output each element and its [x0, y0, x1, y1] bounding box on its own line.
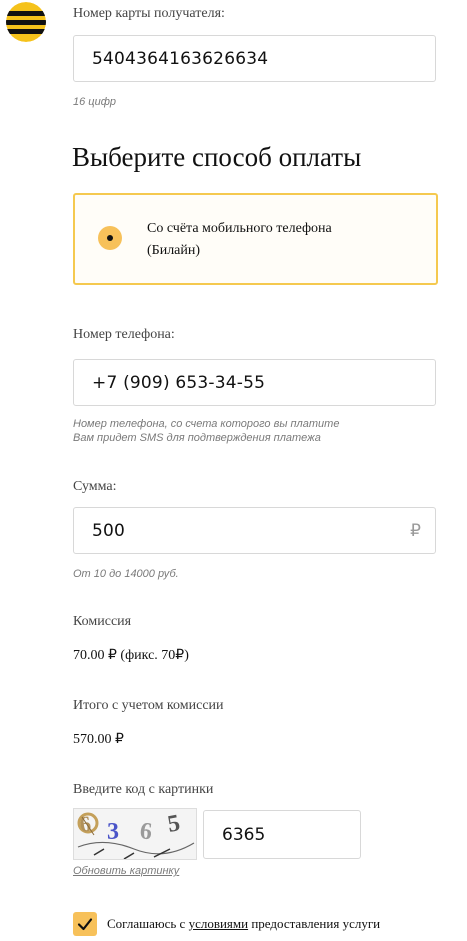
phone-value: +7 (909) 653-34-55 [92, 373, 266, 393]
agreement-checkbox[interactable] [73, 912, 97, 936]
checkmark-icon [77, 918, 93, 931]
phone-hint-line2: Вам придет SMS для подтверждения платежа [73, 432, 321, 444]
agreement-prefix: Соглашаюсь с [107, 916, 189, 931]
captcha-image: 6 3 6 5 [73, 808, 197, 860]
amount-value: 500 [92, 521, 126, 541]
total-value: 570.00 ₽ [73, 732, 124, 747]
payment-option-line1: Со счёта мобильного телефона [147, 221, 332, 236]
amount-label: Сумма: [73, 479, 117, 494]
payment-option-mobile[interactable]: Со счёта мобильного телефона (Билайн) [73, 193, 438, 285]
terms-link[interactable]: условиями [189, 916, 249, 931]
radio-selected-dot [107, 235, 113, 241]
agreement-suffix: предоставления услуги [248, 916, 381, 931]
payment-option-label: Со счёта мобильного телефона (Билайн) [147, 218, 387, 262]
card-number-field[interactable]: 5404364163626634 [73, 35, 436, 82]
card-number-value: 5404364163626634 [92, 49, 269, 69]
captcha-input[interactable]: 6365 [203, 810, 361, 859]
phone-field[interactable]: +7 (909) 653-34-55 [73, 359, 436, 406]
refresh-captcha-link[interactable]: Обновить картинку [73, 865, 179, 877]
beeline-logo [6, 2, 46, 42]
card-number-label: Номер карты получателя: [73, 6, 225, 21]
payment-method-title: Выберите способ оплаты [72, 142, 362, 172]
captcha-label: Введите код с картинки [73, 782, 214, 797]
amount-field[interactable]: 500 ₽ [73, 507, 436, 554]
currency-icon: ₽ [410, 521, 421, 541]
phone-hint-line1: Номер телефона, со счета которого вы пла… [73, 418, 340, 430]
commission-label: Комиссия [73, 614, 132, 629]
commission-value: 70.00 ₽ (фикс. 70₽) [73, 648, 189, 663]
total-label: Итого с учетом комиссии [73, 698, 224, 713]
phone-label: Номер телефона: [73, 327, 175, 342]
captcha-input-value: 6365 [222, 825, 266, 845]
amount-hint: От 10 до 14000 руб. [73, 568, 179, 580]
card-number-hint: 16 цифр [73, 96, 117, 108]
payment-option-radio[interactable] [98, 226, 122, 250]
agreement-text: Соглашаюсь с условиями предоставления ус… [107, 916, 380, 932]
payment-option-line2: (Билайн) [147, 243, 201, 258]
svg-text:3: 3 [107, 819, 119, 845]
phone-hint: Номер телефона, со счета которого вы пла… [73, 417, 339, 445]
